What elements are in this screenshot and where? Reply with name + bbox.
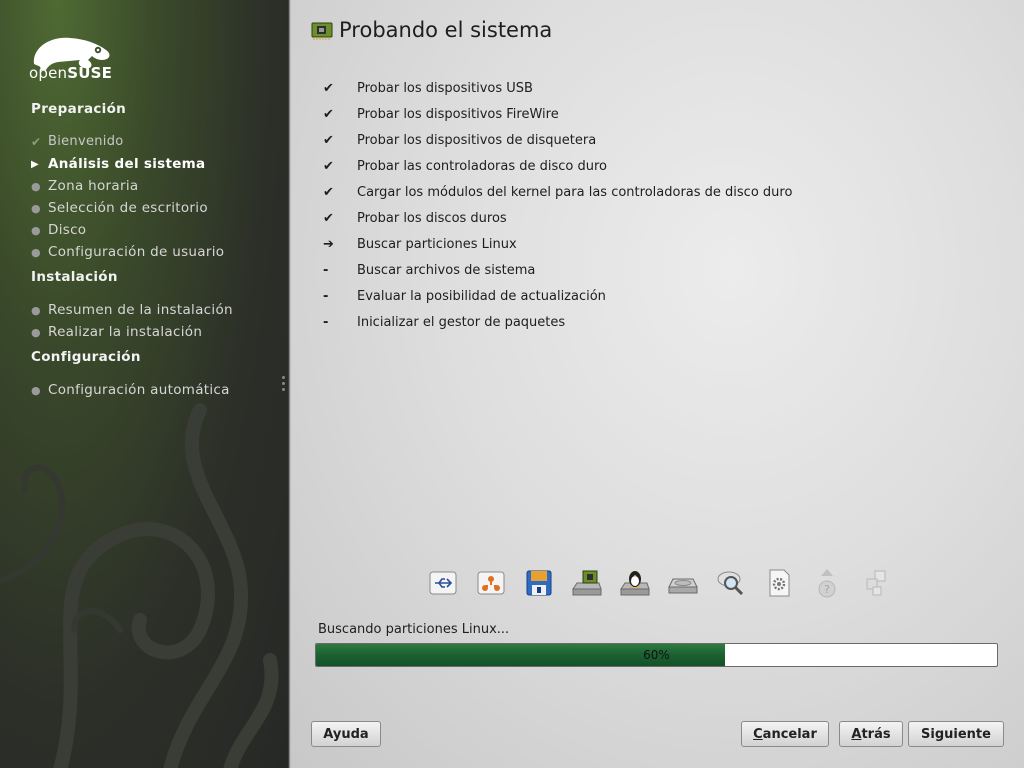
- step-bienvenido: ✔ Bienvenido: [31, 134, 124, 149]
- page-title: Probando el sistema: [339, 18, 553, 42]
- page-header: Probando el sistema: [311, 18, 552, 42]
- package-manager-icon: [856, 564, 894, 602]
- progress-bar: 60%: [315, 643, 998, 667]
- main-panel: Probando el sistema ✔ Probar los disposit…: [291, 0, 1024, 768]
- task-item: ➔ Buscar particiones Linux: [321, 231, 792, 257]
- section-title-configuracion: Configuración: [31, 349, 141, 365]
- task-label: Probar los dispositivos de disquetera: [357, 132, 597, 148]
- hardware-board-icon: [311, 22, 333, 40]
- task-item: ✔ Cargar los módulos del kernel para las …: [321, 179, 792, 205]
- check-icon: ✔: [31, 134, 42, 149]
- help-button[interactable]: Ayuda: [311, 721, 381, 747]
- linux-penguin-icon: [616, 564, 654, 602]
- task-label: Probar los dispositivos FireWire: [357, 106, 559, 122]
- usb-icon: [424, 564, 462, 602]
- disk-controller-icon: [568, 564, 606, 602]
- bullet-icon: ●: [31, 179, 41, 193]
- section-title-instalacion: Instalación: [31, 269, 118, 285]
- svg-text:?: ?: [824, 583, 830, 596]
- task-item: ✔ Probar los discos duros: [321, 205, 792, 231]
- task-label: Cargar los módulos del kernel para las c…: [357, 184, 793, 200]
- step-seleccion-escritorio: ● Selección de escritorio: [31, 200, 208, 216]
- bullet-icon: ●: [31, 303, 41, 317]
- firewire-icon: [472, 564, 510, 602]
- opensuse-wordmark: openSUSE: [29, 64, 113, 82]
- task-item: - Inicializar el gestor de paquetes: [321, 309, 792, 335]
- task-item: ✔ Probar los dispositivos USB: [321, 75, 792, 101]
- task-item: ✔ Probar los dispositivos de disquetera: [321, 127, 792, 153]
- progress-label: Buscando particiones Linux...: [318, 622, 510, 637]
- step-zona-horaria: ● Zona horaria: [31, 178, 139, 194]
- task-item: - Evaluar la posibilidad de actualización: [321, 283, 792, 309]
- step-configuracion-usuario: ● Configuración de usuario: [31, 244, 225, 260]
- done-check-icon: ✔: [323, 80, 334, 96]
- bullet-icon: ●: [31, 325, 41, 339]
- step-analisis-del-sistema: ▶ Análisis del sistema: [31, 156, 206, 172]
- search-partitions-icon: [712, 564, 750, 602]
- task-list: ✔ Probar los dispositivos USB ✔ Probar los…: [321, 75, 792, 335]
- system-files-icon: [760, 564, 798, 602]
- task-item: ✔ Probar las controladoras de disco duro: [321, 153, 792, 179]
- cancel-button[interactable]: Cancelar: [741, 721, 829, 747]
- sidebar-resize-handle[interactable]: [282, 376, 286, 394]
- pending-dash-icon: -: [323, 288, 329, 304]
- task-label: Inicializar el gestor de paquetes: [357, 314, 566, 330]
- current-arrow-icon: ▶: [31, 158, 39, 170]
- in-progress-arrow-icon: ➔: [323, 236, 334, 252]
- hard-disk-icon: [664, 564, 702, 602]
- sidebar: openSUSE Preparación ✔ Bienvenido ▶ Anális…: [0, 0, 289, 768]
- step-realizar-instalacion: ● Realizar la instalación: [31, 324, 203, 340]
- device-icon-strip: ?: [424, 564, 904, 602]
- pending-dash-icon: -: [323, 314, 329, 330]
- task-item: - Buscar archivos de sistema: [321, 257, 792, 283]
- task-label: Probar los dispositivos USB: [357, 80, 533, 96]
- floppy-icon: [520, 564, 558, 602]
- task-label: Probar las controladoras de disco duro: [357, 158, 608, 174]
- bullet-icon: ●: [31, 223, 41, 237]
- done-check-icon: ✔: [323, 184, 334, 200]
- bullet-icon: ●: [31, 201, 41, 215]
- task-label: Probar los discos duros: [357, 210, 507, 226]
- task-label: Buscar archivos de sistema: [357, 262, 536, 278]
- bullet-icon: ●: [31, 383, 41, 397]
- done-check-icon: ✔: [323, 158, 334, 174]
- step-resumen-instalacion: ● Resumen de la instalación: [31, 302, 233, 318]
- next-button[interactable]: Siguiente: [908, 721, 1004, 747]
- step-disco: ● Disco: [31, 222, 87, 238]
- section-title-preparacion: Preparación: [31, 101, 127, 117]
- done-check-icon: ✔: [323, 210, 334, 226]
- progress-percent: 60%: [643, 648, 670, 662]
- done-check-icon: ✔: [323, 132, 334, 148]
- done-check-icon: ✔: [323, 106, 334, 122]
- back-button[interactable]: Atrás: [839, 721, 903, 747]
- task-item: ✔ Probar los dispositivos FireWire: [321, 101, 792, 127]
- update-question-icon: ?: [808, 564, 846, 602]
- task-label: Evaluar la posibilidad de actualización: [357, 288, 606, 304]
- pending-dash-icon: -: [323, 262, 329, 278]
- task-label: Buscar particiones Linux: [357, 236, 517, 252]
- step-configuracion-automatica: ● Configuración automática: [31, 382, 230, 398]
- bullet-icon: ●: [31, 245, 41, 259]
